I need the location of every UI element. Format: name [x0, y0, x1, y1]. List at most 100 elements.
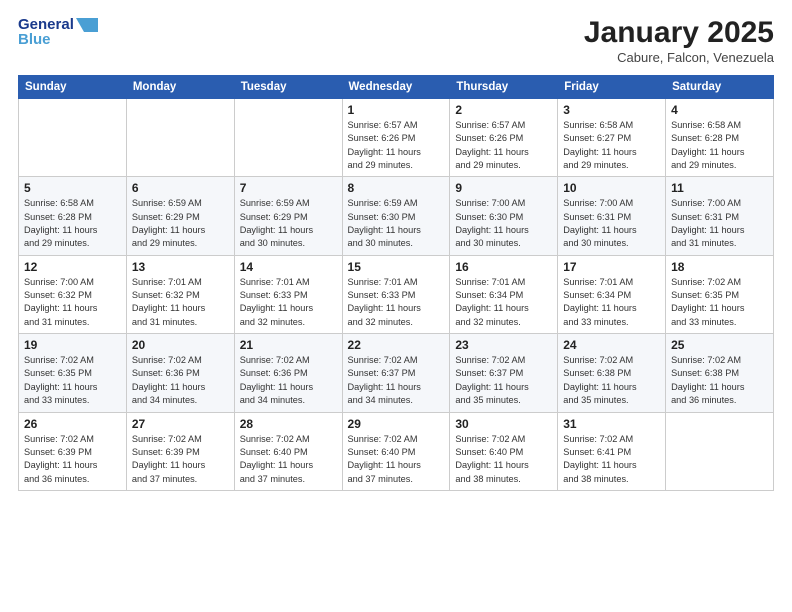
day-number: 24: [563, 338, 660, 352]
table-row: [234, 99, 342, 177]
week-row-5: 26 Sunrise: 7:02 AM Sunset: 6:39 PM Dayli…: [19, 412, 774, 490]
table-row: 19 Sunrise: 7:02 AM Sunset: 6:35 PM Dayli…: [19, 334, 127, 412]
table-row: 5Sunrise: 6:58 AM Sunset: 6:28 PM Daylig…: [19, 177, 127, 255]
table-row: [666, 412, 774, 490]
header-friday: Friday: [558, 76, 666, 99]
table-row: [126, 99, 234, 177]
day-info: Sunrise: 7:02 AM Sunset: 6:41 PM Dayligh…: [563, 433, 660, 486]
table-row: 11 Sunrise: 7:00 AM Sunset: 6:31 PM Dayli…: [666, 177, 774, 255]
day-info: Sunrise: 7:00 AM Sunset: 6:31 PM Dayligh…: [563, 197, 660, 250]
day-number: 16: [455, 260, 552, 274]
day-number: 25: [671, 338, 768, 352]
table-row: 28Sunrise: 7:02 AM Sunset: 6:40 PM Dayli…: [234, 412, 342, 490]
header-sunday: Sunday: [19, 76, 127, 99]
day-number: 3: [563, 103, 660, 117]
day-number: 30: [455, 417, 552, 431]
table-row: 21 Sunrise: 7:02 AM Sunset: 6:36 PM Dayli…: [234, 334, 342, 412]
calendar-table: Sunday Monday Tuesday Wednesday Thursday…: [18, 75, 774, 491]
day-number: 18: [671, 260, 768, 274]
table-row: 14 Sunrise: 7:01 AM Sunset: 6:33 PM Dayli…: [234, 255, 342, 333]
day-info: Sunrise: 7:01 AM Sunset: 6:33 PM Dayligh…: [240, 276, 337, 329]
table-row: 22 Sunrise: 7:02 AM Sunset: 6:37 PM Dayli…: [342, 334, 450, 412]
day-number: 4: [671, 103, 768, 117]
day-number: 17: [563, 260, 660, 274]
table-row: 17Sunrise: 7:01 AM Sunset: 6:34 PM Dayli…: [558, 255, 666, 333]
day-info: Sunrise: 7:02 AM Sunset: 6:39 PM Dayligh…: [24, 433, 121, 486]
table-row: 25 Sunrise: 7:02 AM Sunset: 6:38 PM Dayli…: [666, 334, 774, 412]
table-row: 26 Sunrise: 7:02 AM Sunset: 6:39 PM Dayli…: [19, 412, 127, 490]
day-number: 9: [455, 181, 552, 195]
day-number: 29: [348, 417, 445, 431]
table-row: 1 Sunrise: 6:57 AM Sunset: 6:26 PM Daylig…: [342, 99, 450, 177]
day-number: 7: [240, 181, 337, 195]
day-info: Sunrise: 7:02 AM Sunset: 6:39 PM Dayligh…: [132, 433, 229, 486]
calendar-title: January 2025: [584, 16, 774, 50]
table-row: 24 Sunrise: 7:02 AM Sunset: 6:38 PM Dayli…: [558, 334, 666, 412]
day-info: Sunrise: 7:02 AM Sunset: 6:38 PM Dayligh…: [671, 354, 768, 407]
day-info: Sunrise: 6:58 AM Sunset: 6:27 PM Dayligh…: [563, 119, 660, 172]
table-row: 31Sunrise: 7:02 AM Sunset: 6:41 PM Dayli…: [558, 412, 666, 490]
title-area: January 2025 Cabure, Falcon, Venezuela: [584, 16, 774, 65]
day-number: 6: [132, 181, 229, 195]
week-row-3: 12 Sunrise: 7:00 AM Sunset: 6:32 PM Dayli…: [19, 255, 774, 333]
logo: General Blue: [18, 16, 98, 49]
header-tuesday: Tuesday: [234, 76, 342, 99]
table-row: 3 Sunrise: 6:58 AM Sunset: 6:27 PM Daylig…: [558, 99, 666, 177]
day-info: Sunrise: 7:01 AM Sunset: 6:34 PM Dayligh…: [455, 276, 552, 329]
day-number: 5: [24, 181, 121, 195]
day-info: Sunrise: 6:59 AM Sunset: 6:30 PM Dayligh…: [348, 197, 445, 250]
day-info: Sunrise: 7:02 AM Sunset: 6:35 PM Dayligh…: [24, 354, 121, 407]
table-row: 13 Sunrise: 7:01 AM Sunset: 6:32 PM Dayli…: [126, 255, 234, 333]
day-info: Sunrise: 7:00 AM Sunset: 6:32 PM Dayligh…: [24, 276, 121, 329]
day-number: 13: [132, 260, 229, 274]
table-row: 18Sunrise: 7:02 AM Sunset: 6:35 PM Dayli…: [666, 255, 774, 333]
week-row-4: 19 Sunrise: 7:02 AM Sunset: 6:35 PM Dayli…: [19, 334, 774, 412]
day-number: 10: [563, 181, 660, 195]
table-row: 12 Sunrise: 7:00 AM Sunset: 6:32 PM Dayli…: [19, 255, 127, 333]
day-info: Sunrise: 7:02 AM Sunset: 6:40 PM Dayligh…: [455, 433, 552, 486]
table-row: 30 Sunrise: 7:02 AM Sunset: 6:40 PM Dayli…: [450, 412, 558, 490]
day-number: 14: [240, 260, 337, 274]
table-row: 29Sunrise: 7:02 AM Sunset: 6:40 PM Dayli…: [342, 412, 450, 490]
day-info: Sunrise: 7:00 AM Sunset: 6:30 PM Dayligh…: [455, 197, 552, 250]
day-number: 26: [24, 417, 121, 431]
day-info: Sunrise: 6:59 AM Sunset: 6:29 PM Dayligh…: [240, 197, 337, 250]
day-info: Sunrise: 7:02 AM Sunset: 6:37 PM Dayligh…: [455, 354, 552, 407]
day-number: 28: [240, 417, 337, 431]
day-info: Sunrise: 7:02 AM Sunset: 6:36 PM Dayligh…: [132, 354, 229, 407]
day-number: 15: [348, 260, 445, 274]
day-number: 21: [240, 338, 337, 352]
header-thursday: Thursday: [450, 76, 558, 99]
day-info: Sunrise: 6:57 AM Sunset: 6:26 PM Dayligh…: [348, 119, 445, 172]
table-row: 20 Sunrise: 7:02 AM Sunset: 6:36 PM Dayli…: [126, 334, 234, 412]
day-number: 8: [348, 181, 445, 195]
table-row: 9 Sunrise: 7:00 AM Sunset: 6:30 PM Daylig…: [450, 177, 558, 255]
day-number: 22: [348, 338, 445, 352]
header-saturday: Saturday: [666, 76, 774, 99]
day-info: Sunrise: 7:02 AM Sunset: 6:38 PM Dayligh…: [563, 354, 660, 407]
day-number: 19: [24, 338, 121, 352]
table-row: 15 Sunrise: 7:01 AM Sunset: 6:33 PM Dayli…: [342, 255, 450, 333]
table-row: 23 Sunrise: 7:02 AM Sunset: 6:37 PM Dayli…: [450, 334, 558, 412]
day-number: 11: [671, 181, 768, 195]
day-number: 27: [132, 417, 229, 431]
day-info: Sunrise: 7:00 AM Sunset: 6:31 PM Dayligh…: [671, 197, 768, 250]
day-info: Sunrise: 7:01 AM Sunset: 6:33 PM Dayligh…: [348, 276, 445, 329]
header-monday: Monday: [126, 76, 234, 99]
table-row: 6Sunrise: 6:59 AM Sunset: 6:29 PM Daylig…: [126, 177, 234, 255]
day-number: 1: [348, 103, 445, 117]
table-row: 10 Sunrise: 7:00 AM Sunset: 6:31 PM Dayli…: [558, 177, 666, 255]
header-wednesday: Wednesday: [342, 76, 450, 99]
day-number: 2: [455, 103, 552, 117]
logo-blue: Blue: [18, 31, 51, 48]
day-number: 12: [24, 260, 121, 274]
day-number: 23: [455, 338, 552, 352]
day-info: Sunrise: 7:01 AM Sunset: 6:32 PM Dayligh…: [132, 276, 229, 329]
week-row-2: 5Sunrise: 6:58 AM Sunset: 6:28 PM Daylig…: [19, 177, 774, 255]
week-row-1: 1 Sunrise: 6:57 AM Sunset: 6:26 PM Daylig…: [19, 99, 774, 177]
day-number: 20: [132, 338, 229, 352]
day-info: Sunrise: 7:02 AM Sunset: 6:36 PM Dayligh…: [240, 354, 337, 407]
table-row: 16 Sunrise: 7:01 AM Sunset: 6:34 PM Dayli…: [450, 255, 558, 333]
day-info: Sunrise: 7:02 AM Sunset: 6:37 PM Dayligh…: [348, 354, 445, 407]
table-row: 4Sunrise: 6:58 AM Sunset: 6:28 PM Daylig…: [666, 99, 774, 177]
